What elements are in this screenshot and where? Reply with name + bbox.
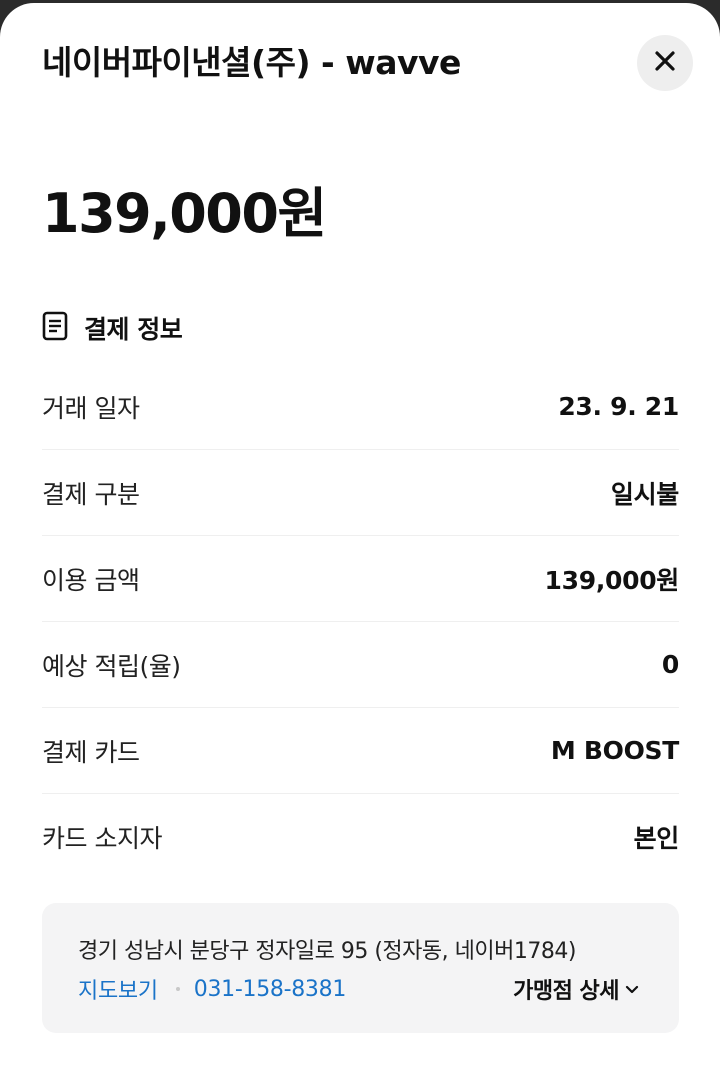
- section-header: 결제 정보: [42, 308, 183, 348]
- payment-detail-sheet: 네이버파이낸셜(주) - wavve 139,000원 결제 정보 거래 일자 …: [0, 3, 720, 1069]
- info-row-payment-card: 결제 카드 M BOOST: [42, 708, 679, 794]
- info-value: 23. 9. 21: [558, 392, 679, 421]
- info-label: 예상 적립(율): [42, 651, 181, 681]
- info-row-payment-type: 결제 구분 일시불: [42, 450, 679, 536]
- info-value: 139,000원: [544, 565, 680, 595]
- document-icon: [42, 311, 68, 345]
- merchant-links: 지도보기 031-158-8381 가맹점 상세: [78, 973, 639, 1005]
- info-label: 거래 일자: [42, 393, 140, 423]
- info-value: 0: [661, 650, 679, 679]
- merchant-address: 경기 성남시 분당구 정자일로 95 (정자동, 네이버1784): [78, 939, 576, 964]
- info-value: 본인: [633, 824, 680, 853]
- info-row-expected-points: 예상 적립(율) 0: [42, 622, 679, 708]
- payment-info-list: 거래 일자 23. 9. 21 결제 구분 일시불 이용 금액 139,000원…: [42, 364, 679, 880]
- merchant-detail-toggle[interactable]: 가맹점 상세: [513, 973, 639, 1005]
- merchant-info-box: 경기 성남시 분당구 정자일로 95 (정자동, 네이버1784) 지도보기 0…: [42, 903, 679, 1033]
- sheet-header: 네이버파이낸셜(주) - wavve: [42, 41, 600, 89]
- merchant-detail-label: 가맹점 상세: [513, 979, 619, 1004]
- payment-amount: 139,000원: [42, 182, 327, 245]
- info-row-usage-amount: 이용 금액 139,000원: [42, 536, 679, 622]
- map-link[interactable]: 지도보기: [78, 973, 158, 1005]
- info-row-date: 거래 일자 23. 9. 21: [42, 364, 679, 450]
- merchant-title: 네이버파이낸셜(주) - wavve: [42, 43, 461, 82]
- chevron-down-icon: [625, 980, 639, 999]
- info-label: 카드 소지자: [42, 824, 162, 853]
- phone-link[interactable]: 031-158-8381: [194, 977, 347, 1002]
- section-title: 결제 정보: [84, 315, 183, 344]
- info-row-cardholder: 카드 소지자 본인: [42, 794, 679, 880]
- close-icon: [654, 50, 676, 76]
- info-value: 일시불: [610, 479, 679, 509]
- info-label: 이용 금액: [42, 565, 140, 595]
- info-label: 결제 카드: [42, 737, 140, 767]
- info-value: M BOOST: [550, 736, 679, 765]
- info-label: 결제 구분: [42, 479, 140, 509]
- close-button[interactable]: [637, 35, 693, 91]
- separator-dot: [175, 987, 180, 991]
